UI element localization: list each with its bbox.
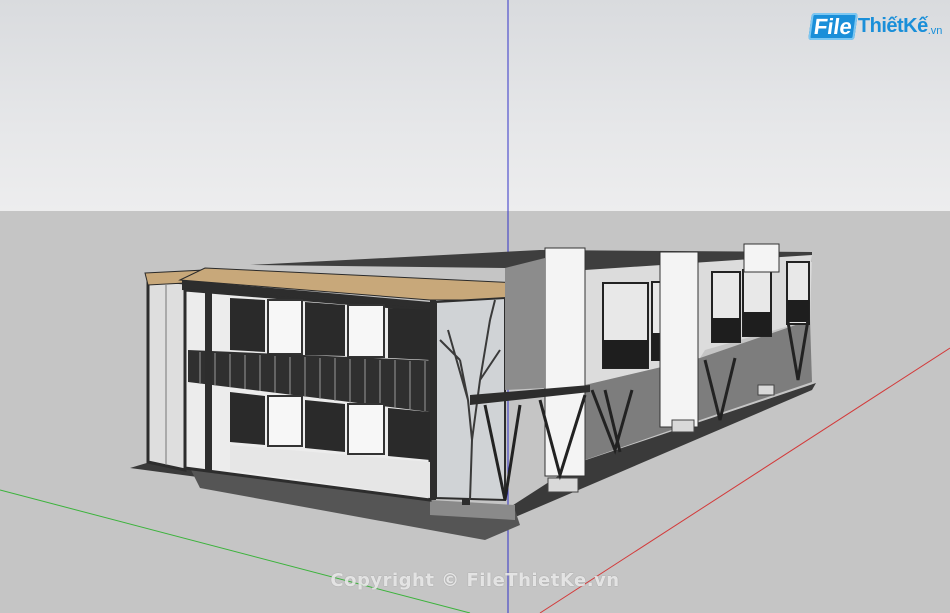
upper-shutter-1 bbox=[230, 298, 265, 352]
lower-shutter-1 bbox=[230, 392, 265, 445]
wing-window-3-shutter bbox=[712, 318, 740, 342]
lower-shutter-2 bbox=[305, 400, 345, 452]
planter-3 bbox=[757, 384, 775, 396]
planter-2 bbox=[671, 419, 695, 433]
upper-shutter-2 bbox=[305, 302, 345, 356]
logo-tld-text: .vn bbox=[927, 25, 943, 37]
logo-file-badge: File bbox=[808, 12, 858, 40]
white-column-3 bbox=[743, 243, 780, 273]
lower-shutter-3 bbox=[388, 408, 430, 460]
white-column-2 bbox=[659, 251, 699, 428]
lower-window-2 bbox=[347, 403, 385, 455]
lower-window-1 bbox=[267, 395, 303, 447]
wing-window-4-shutter bbox=[743, 312, 771, 336]
filethietke-logo: File ThiếtKế .vn bbox=[808, 10, 943, 42]
copyright-watermark: Copyright © FileThietKe.vn bbox=[330, 570, 620, 591]
planter-1 bbox=[547, 477, 579, 493]
wing-window-1-shutter bbox=[603, 340, 648, 368]
wing-window-5-shutter bbox=[787, 300, 809, 322]
upper-window-2 bbox=[347, 304, 385, 358]
building-model[interactable] bbox=[0, 0, 950, 613]
logo-brand-text: ThiếtKế bbox=[857, 14, 928, 37]
upper-shutter-3 bbox=[388, 308, 430, 360]
upper-window-1 bbox=[267, 299, 303, 355]
sketchup-viewport[interactable]: File ThiếtKế .vn Copyright © FileThietKe… bbox=[0, 0, 950, 613]
front-column-left bbox=[205, 290, 212, 470]
corner-canopy-slab bbox=[505, 258, 545, 390]
